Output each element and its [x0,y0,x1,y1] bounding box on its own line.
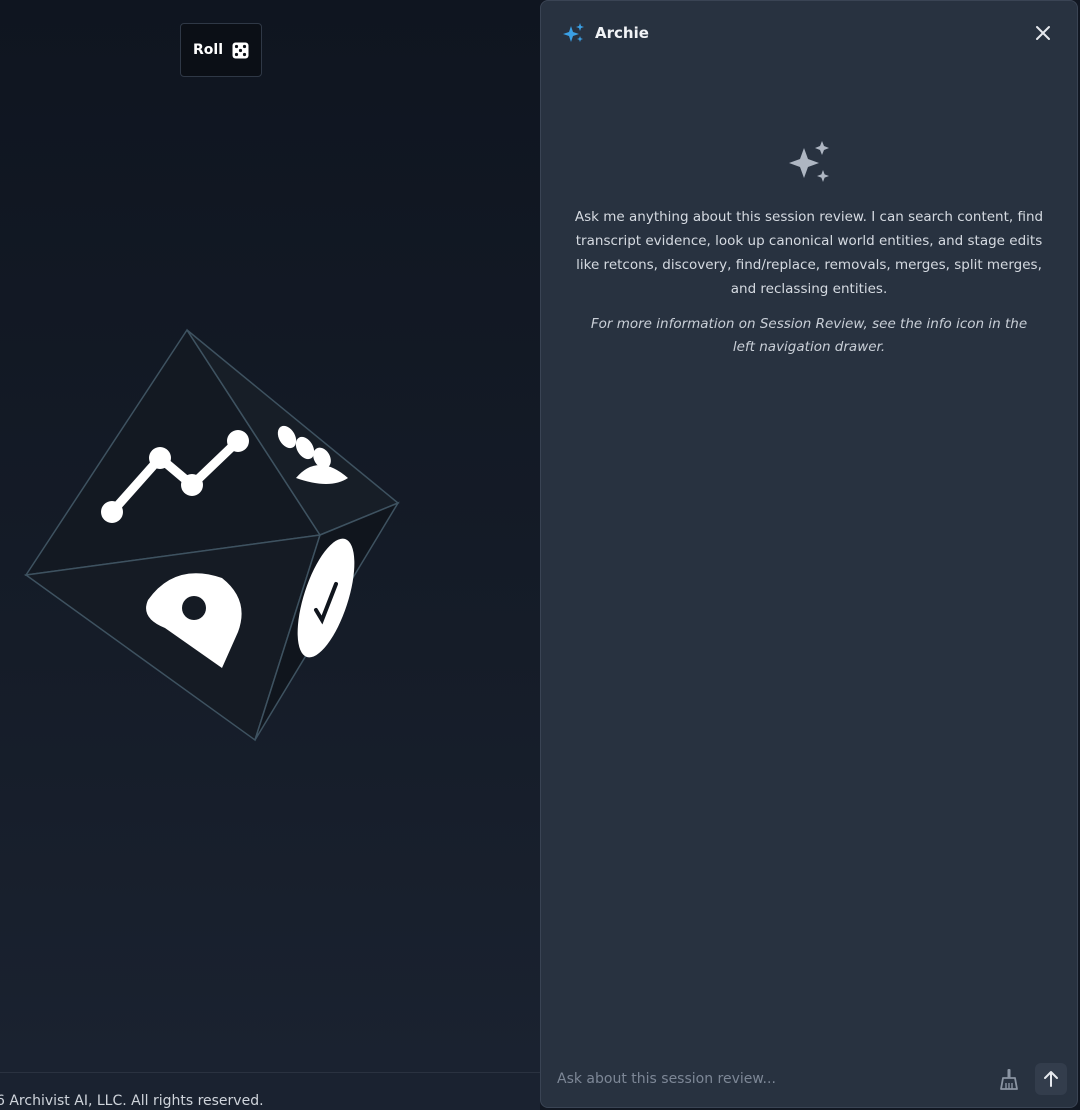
clear-chat-button[interactable] [993,1063,1025,1095]
arrow-up-icon [1044,1071,1058,1087]
copyright-text: 6 Archivist AI, LLC. All rights reserved… [0,1093,264,1109]
site-footer: 6 Archivist AI, LLC. All rights reserved… [0,1072,540,1110]
roll-button[interactable]: Roll [180,23,262,77]
send-button[interactable] [1035,1063,1067,1095]
welcome-section: Ask me anything about this session revie… [541,65,1077,359]
welcome-text: Ask me anything about this session revie… [574,209,1044,297]
assistant-panel: Archie Ask me anything about this sessio… [540,0,1078,1108]
close-icon [1036,26,1050,40]
assistant-header: Archie [541,1,1077,65]
sparkles-icon [789,141,829,182]
chat-input[interactable] [557,1071,983,1087]
broom-icon [1000,1069,1018,1090]
sparkles-icon [561,22,585,44]
chat-composer [541,1051,1077,1107]
d8-dice[interactable] [0,300,540,780]
dice-stage: Roll [0,0,540,1072]
messages-area [541,359,1077,1051]
close-button[interactable] [1031,21,1055,45]
dice-icon [232,42,249,58]
roll-label: Roll [193,42,223,58]
welcome-note: For more information on Session Review, … [590,316,1028,355]
assistant-title: Archie [595,24,649,42]
